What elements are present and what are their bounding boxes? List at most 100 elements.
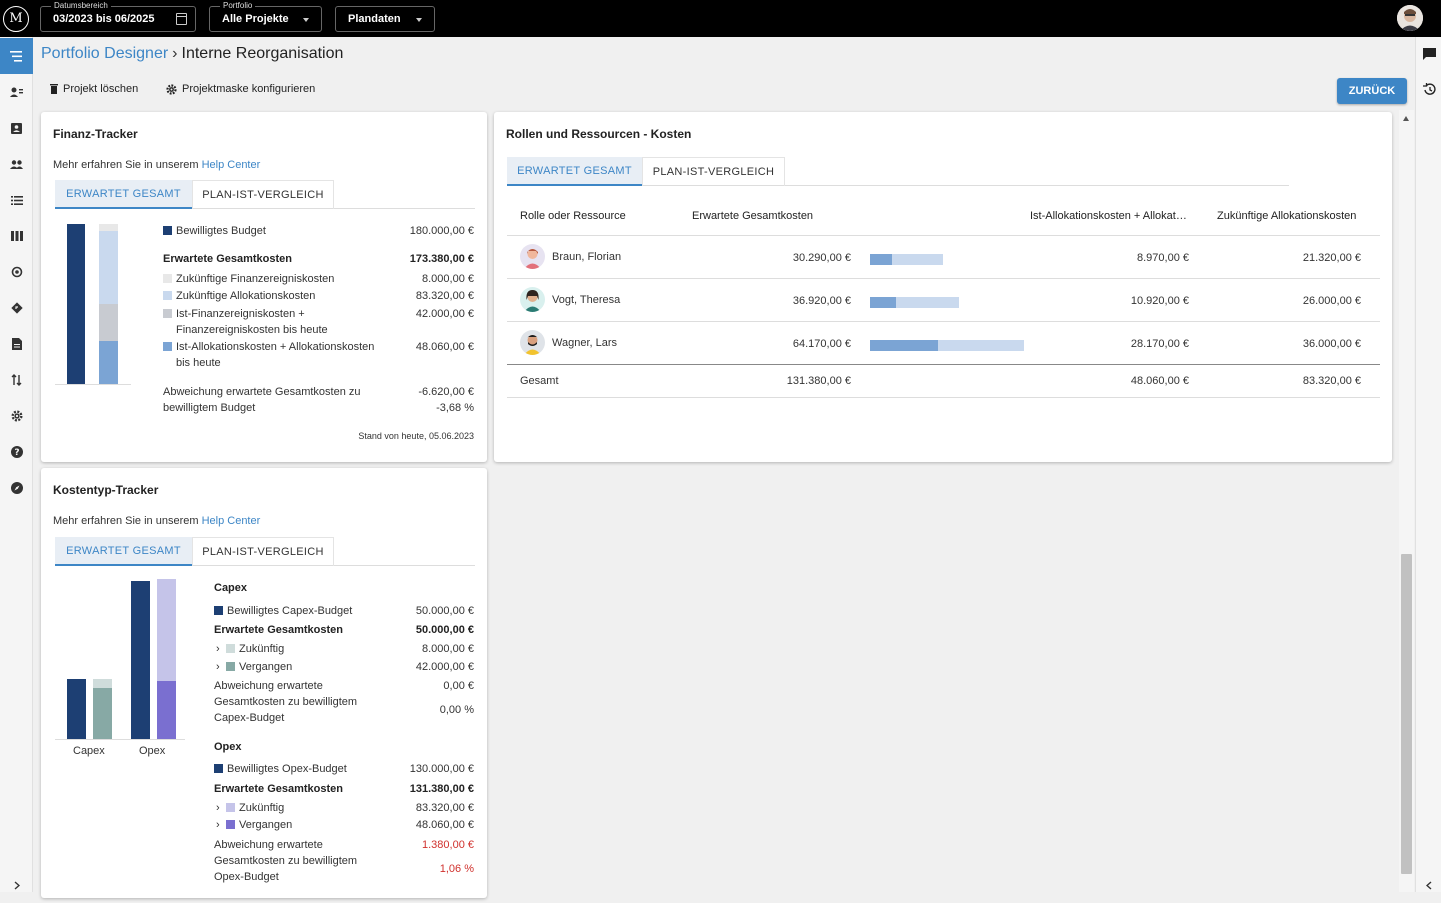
col-header-actual[interactable]: Ist-Allokationskosten + Allokat… <box>1030 210 1187 222</box>
scroll-up-icon[interactable] <box>1403 116 1409 121</box>
page-title: Portfolio Designer › Interne Reorganisatio… <box>41 45 343 63</box>
chevron-right-icon[interactable]: › <box>216 643 226 655</box>
collapse-panel-icon[interactable] <box>1425 881 1432 893</box>
legend-label: Vergangen <box>239 819 293 831</box>
tab-erwartet-gesamt[interactable]: ERWARTET GESAMT <box>55 537 192 566</box>
table-row[interactable]: Vogt, Theresa <box>520 287 620 312</box>
help-icon[interactable]: ? <box>0 434 33 470</box>
tab-plan-ist-vergleich[interactable]: PLAN-IST-VERGLEICH <box>642 157 785 186</box>
legend-value: 8.000,00 € <box>422 273 474 285</box>
app-logo[interactable]: M <box>3 6 29 32</box>
contacts-icon[interactable] <box>0 74 33 110</box>
calendar-icon[interactable] <box>176 13 187 25</box>
tab-plan-ist-vergleich[interactable]: PLAN-IST-VERGLEICH <box>192 180 334 209</box>
col-header-role[interactable]: Rolle oder Ressource <box>520 210 626 222</box>
table-row[interactable]: Braun, Florian <box>520 244 621 269</box>
legend-label: Bewilligtes Opex-Budget <box>227 763 347 775</box>
opex-past-legend[interactable]: › Vergangen <box>216 819 292 831</box>
direction-icon[interactable] <box>0 290 33 326</box>
tab-plan-ist-vergleich[interactable]: PLAN-IST-VERGLEICH <box>192 537 334 566</box>
divider <box>507 364 1380 365</box>
opex-expected-value: 131.380,00 € <box>409 783 474 795</box>
deviation-value: -6.620,00 € <box>418 386 474 398</box>
expected-total-value: 173.380,00 € <box>409 253 474 265</box>
legend-label: Ist-Allokationskosten + Allokationskoste… <box>176 341 375 353</box>
legend-item-1: Zukünftige Allokationskosten <box>163 290 315 302</box>
breadcrumb-current: Interne Reorganisation <box>181 45 344 62</box>
trash-icon <box>50 84 58 94</box>
cost-bar-actual <box>870 297 896 308</box>
chevron-right-icon[interactable]: › <box>216 819 226 831</box>
tab-erwartet-gesamt[interactable]: ERWARTET GESAMT <box>507 157 642 186</box>
opex-future-legend[interactable]: › Zukünftig <box>216 802 284 814</box>
sum-future: 83.320,00 € <box>1302 375 1361 387</box>
avatar <box>520 287 545 312</box>
legend-item-3: Ist-Allokationskosten + Allokationskoste… <box>163 341 374 353</box>
legend-label: Ist-Finanzereigniskosten + <box>176 308 305 320</box>
deviation-percent: -3,68 % <box>436 402 474 414</box>
capex-future-legend[interactable]: › Zukünftig <box>216 643 284 655</box>
columns-icon[interactable] <box>0 218 33 254</box>
document-icon[interactable] <box>0 326 33 362</box>
portfolio-value: Alle Projekte <box>222 13 289 25</box>
help-center-link[interactable]: Help Center <box>202 515 261 527</box>
people-icon[interactable] <box>0 146 33 182</box>
capex-past-legend[interactable]: › Vergangen <box>216 661 292 673</box>
configure-mask-button[interactable]: Projektmaske konfigurieren <box>166 83 315 95</box>
compass-icon[interactable] <box>0 470 33 506</box>
legend-label-cont: Finanzereigniskosten bis heute <box>176 324 328 336</box>
legend-label: Zukünftig <box>239 643 285 655</box>
nav-menu-toggle[interactable] <box>0 38 33 74</box>
sum-expected: 131.380,00 € <box>786 375 851 387</box>
plandaten-value: Plandaten <box>348 13 401 25</box>
capex-title: Capex <box>214 582 248 594</box>
capex-budget-bar[interactable] <box>67 679 86 739</box>
expand-nav-icon[interactable] <box>0 867 33 903</box>
delete-project-button[interactable]: Projekt löschen <box>50 83 138 95</box>
swatch <box>226 644 235 653</box>
col-header-future[interactable]: Zukünftige Allokationskosten <box>1217 210 1356 222</box>
divider <box>507 278 1380 279</box>
expected-total-label: Erwartete Gesamtkosten <box>163 253 292 265</box>
back-button[interactable]: ZURÜCK <box>1337 78 1407 104</box>
opex-dev-l2: Gesamtkosten zu bewilligtem <box>214 855 358 867</box>
vertical-scrollbar[interactable] <box>1399 110 1414 892</box>
person-name: Vogt, Theresa <box>552 293 621 306</box>
capex-expected-value: 50.000,00 € <box>415 624 474 636</box>
content-area: Finanz-Tracker Mehr erfahren Sie in unse… <box>33 110 1398 898</box>
kostentyp-title: Kostentyp-Tracker <box>53 483 159 497</box>
chevron-right-icon[interactable]: › <box>216 661 226 673</box>
table-row[interactable]: Wagner, Lars <box>520 330 617 355</box>
sum-actual: 48.060,00 € <box>1130 375 1189 387</box>
opex-expected-bar[interactable] <box>157 579 176 739</box>
deviation-label: Abweichung erwartete Gesamtkosten zu <box>163 386 361 398</box>
chevron-right-icon[interactable]: › <box>216 802 226 814</box>
opex-budget-bar[interactable] <box>131 581 150 739</box>
portfolio-select[interactable]: Portfolio Alle Projekte <box>209 1 322 32</box>
list-icon[interactable] <box>0 182 33 218</box>
tab-erwartet-gesamt[interactable]: ERWARTET GESAMT <box>55 180 192 209</box>
target-icon[interactable] <box>0 254 33 290</box>
help-center-link[interactable]: Help Center <box>202 159 261 171</box>
swatch <box>163 291 172 300</box>
date-range-field[interactable]: Datumsbereich 03/2023 bis 06/2025 <box>40 1 196 32</box>
clipboard-user-icon[interactable] <box>0 110 33 146</box>
capex-expected-bar[interactable] <box>93 679 112 739</box>
budget-bar[interactable] <box>67 224 85 384</box>
scrollbar-thumb[interactable] <box>1401 554 1412 874</box>
plandaten-select[interactable]: Plandaten <box>335 6 435 32</box>
comments-icon[interactable] <box>1423 48 1436 63</box>
capex-budget-legend: Bewilligtes Capex-Budget <box>214 605 352 617</box>
capex-past-value: 42.000,00 € <box>415 661 474 673</box>
legend-label: Bewilligtes Capex-Budget <box>227 605 353 617</box>
gear-icon[interactable] <box>0 398 33 434</box>
history-icon[interactable] <box>1423 83 1436 98</box>
col-header-expected[interactable]: Erwartete Gesamtkosten <box>692 210 813 222</box>
user-avatar[interactable] <box>1397 5 1423 31</box>
opex-dev-l1: Abweichung erwartete <box>214 839 323 851</box>
breadcrumb-portfolio-designer[interactable]: Portfolio Designer <box>41 45 168 62</box>
swap-icon[interactable] <box>0 362 33 398</box>
swatch <box>226 820 235 829</box>
finanz-tabs: ERWARTET GESAMT PLAN-IST-VERGLEICH <box>55 180 475 209</box>
expected-stacked-bar[interactable] <box>99 224 118 384</box>
